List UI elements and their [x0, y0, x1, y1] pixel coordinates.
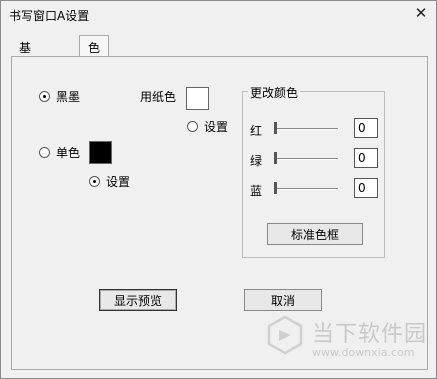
- red-slider-row: 红: [250, 118, 378, 140]
- radio-paper-set-label: 设置: [204, 120, 229, 134]
- red-value-input[interactable]: [354, 118, 378, 138]
- change-color-group: 更改颜色 红 绿 蓝 标准色框: [242, 84, 385, 258]
- paper-color-label: 用纸色: [140, 90, 177, 104]
- radio-paper-set-dot: [187, 121, 198, 132]
- radio-mono-color-label: 单色: [56, 146, 81, 160]
- settings-window: 书写窗口A设置 ✕ 基本设置 色彩 黑墨 用纸色 设置 单色 设置: [0, 0, 437, 379]
- mono-color-swatch[interactable]: [89, 141, 112, 164]
- green-slider-thumb[interactable]: [274, 152, 277, 164]
- radio-black-ink-label: 黑墨: [56, 90, 81, 104]
- tab-color[interactable]: 色彩: [79, 35, 110, 72]
- blue-slider-track[interactable]: [274, 188, 338, 190]
- watermark-text: 当下软件园: [312, 322, 428, 347]
- radio-mono-color-dot: [39, 147, 50, 158]
- radio-mono-set[interactable]: 设置: [89, 173, 130, 190]
- tab-basic-settings[interactable]: 基本设置: [11, 37, 40, 106]
- red-slider-track[interactable]: [274, 128, 338, 130]
- radio-mono-set-dot: [89, 176, 100, 187]
- red-label: 红: [250, 124, 263, 138]
- radio-black-ink[interactable]: 黑墨: [39, 88, 80, 105]
- red-slider-thumb[interactable]: [274, 122, 277, 134]
- change-color-title: 更改颜色: [248, 84, 301, 101]
- blue-slider-row: 蓝: [250, 178, 378, 200]
- blue-value-input[interactable]: [354, 178, 378, 198]
- watermark-logo-icon: [267, 315, 303, 355]
- watermark: 当下软件园 www.downxia.com: [264, 314, 426, 366]
- cancel-button[interactable]: 取消: [244, 289, 322, 311]
- title-bar: 书写窗口A设置 ✕: [1, 1, 436, 27]
- paper-color-swatch[interactable]: [186, 87, 209, 110]
- blue-slider-thumb[interactable]: [274, 182, 277, 194]
- watermark-url: www.downxia.com: [312, 346, 415, 359]
- window-title: 书写窗口A设置: [9, 9, 90, 23]
- green-slider-row: 绿: [250, 148, 378, 170]
- radio-paper-set[interactable]: 设置: [187, 118, 228, 135]
- radio-mono-color[interactable]: 单色: [39, 144, 80, 161]
- radio-black-ink-dot: [39, 91, 50, 102]
- close-icon[interactable]: ✕: [412, 5, 430, 21]
- standard-color-button[interactable]: 标准色框: [267, 223, 363, 245]
- radio-mono-set-label: 设置: [106, 175, 131, 189]
- green-slider-track[interactable]: [274, 158, 338, 160]
- green-label: 绿: [250, 154, 263, 168]
- preview-button[interactable]: 显示预览: [99, 289, 177, 311]
- green-value-input[interactable]: [354, 148, 378, 168]
- blue-label: 蓝: [250, 184, 263, 198]
